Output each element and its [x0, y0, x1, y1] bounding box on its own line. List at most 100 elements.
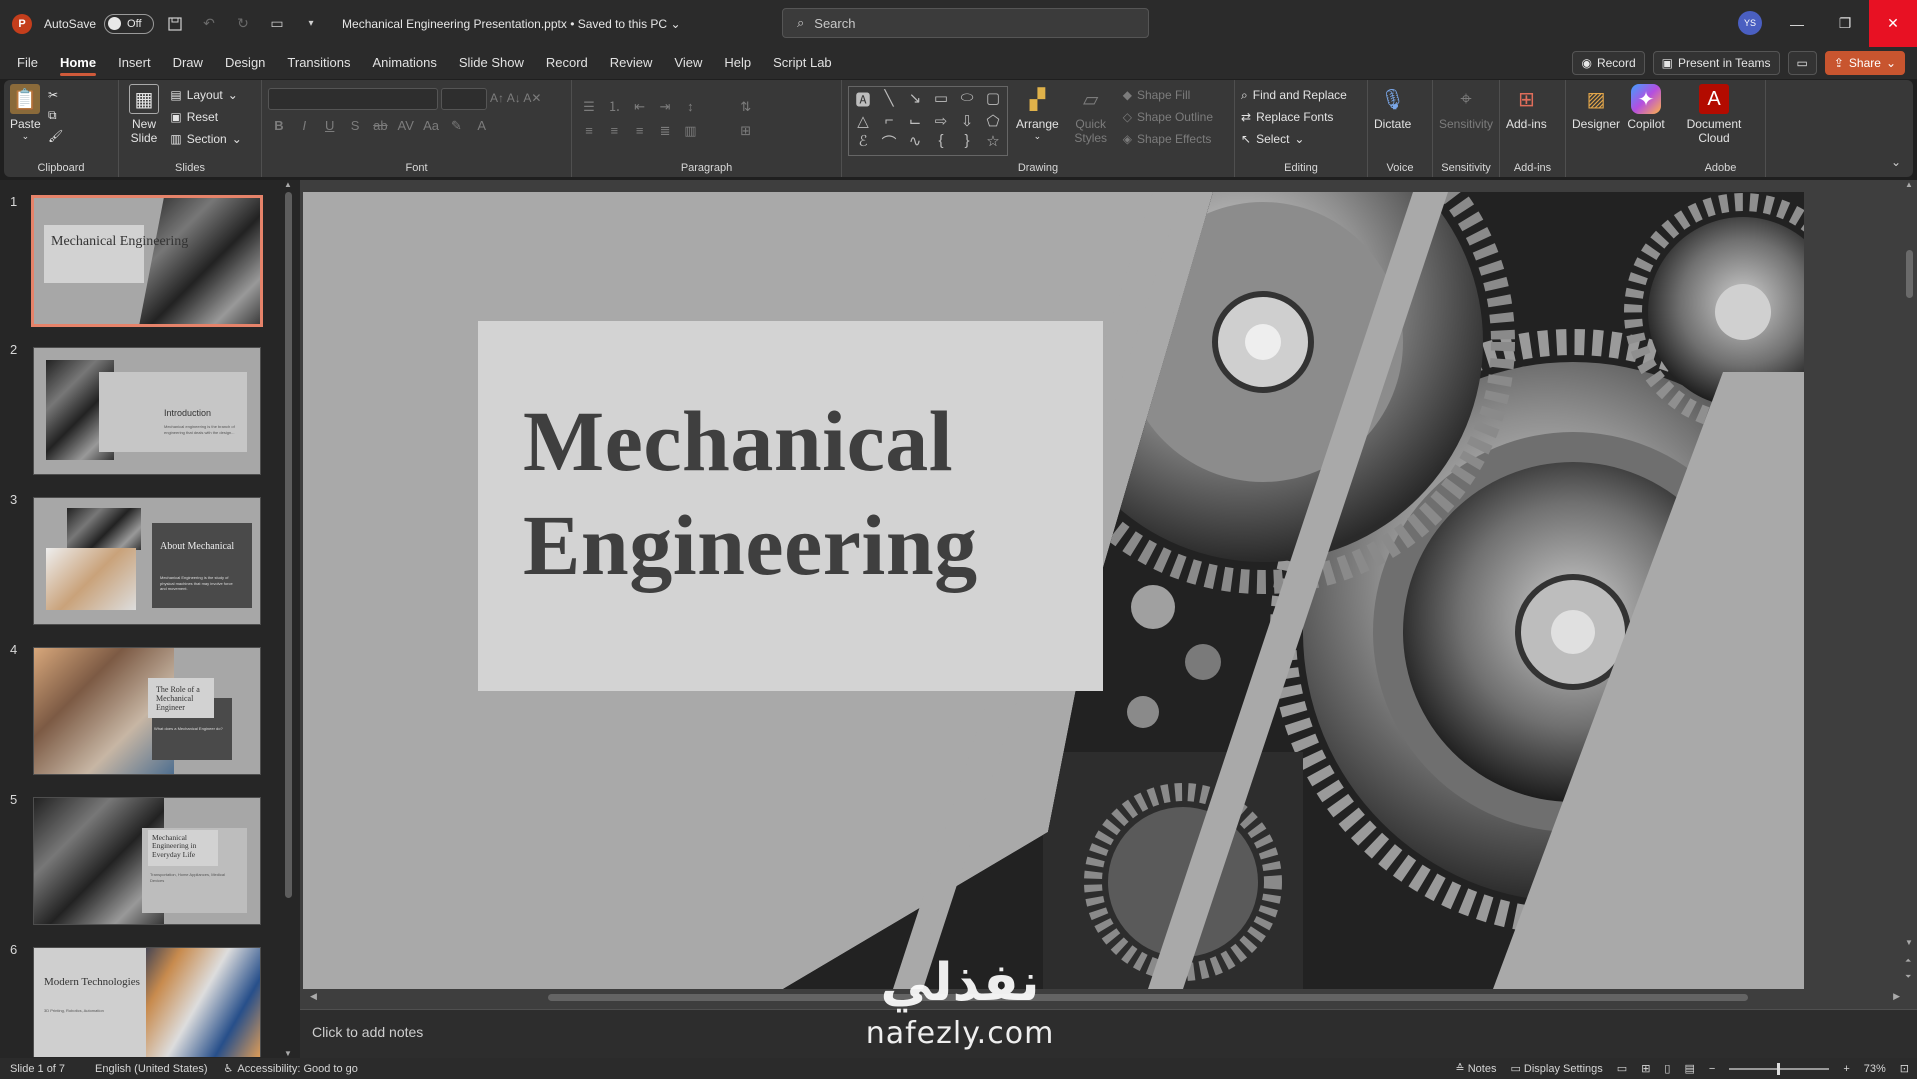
vertical-scrollbar[interactable]: ▲ ▼ ⏶ ⏷ [1902, 180, 1917, 990]
slide-show-icon[interactable]: ▤ [1684, 1062, 1694, 1075]
copilot-button[interactable]: ✦ Copilot [1627, 84, 1665, 131]
left-brace-icon[interactable]: { [929, 132, 953, 153]
language-indicator[interactable]: English (United States) [95, 1063, 208, 1075]
paste-button[interactable]: 📋 Paste ⌄ [10, 84, 41, 142]
rounded-rectangle-icon[interactable]: ▢ [981, 89, 1005, 110]
oval-icon[interactable]: ⬭ [955, 89, 979, 110]
comments-button[interactable]: ▭ [1787, 51, 1817, 75]
new-slide-button[interactable]: ▦ New Slide [125, 84, 163, 145]
slide-sorter-icon[interactable]: ⊞ [1641, 1062, 1650, 1075]
format-painter-icon[interactable]: 🖌 [48, 129, 63, 143]
redo-icon[interactable]: ↻ [230, 11, 256, 37]
scroll-right-icon[interactable]: ▶ [1893, 991, 1900, 1002]
font-size-field[interactable] [441, 88, 488, 110]
document-title[interactable]: Mechanical Engineering Presentation.pptx… [342, 17, 680, 31]
scroll-down-icon[interactable]: ▼ [284, 1049, 292, 1058]
tab-design[interactable]: Design [214, 47, 276, 79]
tab-review[interactable]: Review [599, 47, 664, 79]
line-icon[interactable]: ╲ [877, 89, 901, 110]
share-button[interactable]: ⇪ Share ⌄ [1824, 51, 1905, 75]
tab-file[interactable]: File [6, 47, 49, 79]
tab-slide-show[interactable]: Slide Show [448, 47, 535, 79]
character-spacing-icon[interactable]: AV [395, 118, 417, 133]
present-from-start-icon[interactable]: ▭ [264, 11, 290, 37]
align-left-icon[interactable]: ≡ [578, 123, 600, 138]
slide-title[interactable]: Mechanical Engineering [523, 389, 978, 597]
decrease-font-icon[interactable]: A↓ [507, 91, 521, 105]
reset-button[interactable]: ▣ Reset [170, 106, 241, 128]
zoom-in-icon[interactable]: + [1843, 1063, 1849, 1075]
search-box[interactable]: ⌕ Search [782, 8, 1149, 38]
fit-slide-icon[interactable]: ⊡ [1900, 1062, 1909, 1075]
arrange-button[interactable]: ▞ Arrange ⌄ [1016, 84, 1059, 156]
highlight-icon[interactable]: ✎ [445, 118, 467, 134]
italic-icon[interactable]: I [293, 118, 315, 133]
notes-pane[interactable]: Click to add notes [300, 1009, 1917, 1058]
shapes-gallery[interactable]: 🅰 ╲ ↘ ▭ ⬭ ▢ △ ⌐ ⌙ ⇨ ⇩ ⬠ ℰ ⌒ ∿{} ☆ [848, 86, 1008, 156]
document-cloud-button[interactable]: A Document Cloud [1682, 84, 1746, 145]
align-text-icon[interactable]: ⊞ [735, 123, 757, 139]
bold-icon[interactable]: B [268, 118, 290, 133]
copy-icon[interactable]: ⧉ [48, 108, 63, 123]
previous-slide-icon[interactable]: ⏶ [1905, 956, 1911, 966]
accessibility-status[interactable]: Accessibility: Good to go [237, 1063, 357, 1075]
undo-icon[interactable]: ↶ [196, 11, 222, 37]
scroll-down-icon[interactable]: ▼ [1905, 938, 1913, 947]
cut-icon[interactable]: ✂ [48, 88, 63, 102]
increase-font-icon[interactable]: A↑ [490, 91, 504, 105]
minimize-icon[interactable]: — [1773, 0, 1821, 47]
arrow-line-icon[interactable]: ↘ [903, 89, 927, 110]
restore-icon[interactable]: ❐ [1821, 0, 1869, 47]
curve-icon[interactable]: ∿ [903, 132, 927, 153]
layout-button[interactable]: ▤ Layout ⌄ [170, 84, 241, 106]
scroll-up-icon[interactable]: ▲ [1905, 180, 1913, 189]
sensitivity-button[interactable]: ⌖ Sensitivity [1439, 84, 1493, 132]
zoom-level[interactable]: 73% [1864, 1063, 1886, 1075]
slide-thumbnail-6[interactable]: Modern Technologies 3D Printing, Robotic… [33, 947, 261, 1057]
normal-view-icon[interactable]: ▭ [1617, 1062, 1627, 1075]
pentagon-icon[interactable]: ⬠ [981, 112, 1005, 130]
save-icon[interactable] [162, 11, 188, 37]
close-icon[interactable]: ✕ [1869, 0, 1917, 47]
section-button[interactable]: ▥ Section ⌄ [170, 128, 241, 150]
slide-thumbnail-3[interactable]: About Mechanical Mechanical Engineering … [33, 497, 261, 625]
customize-toolbar-icon[interactable]: ▾ [298, 11, 324, 37]
shadow-icon[interactable]: S [344, 118, 366, 133]
find-replace-button[interactable]: ⌕ Find and Replace [1241, 84, 1361, 106]
dictate-button[interactable]: 🎙 Dictate [1374, 84, 1411, 132]
scroll-left-icon[interactable]: ◀ [310, 991, 317, 1002]
strikethrough-icon[interactable]: ab [369, 118, 391, 133]
horizontal-scroll-thumb[interactable] [548, 994, 1748, 1001]
designer-button[interactable]: ▨ Designer [1572, 84, 1620, 132]
freeform-icon[interactable]: ℰ [851, 132, 875, 153]
next-slide-icon[interactable]: ⏷ [1905, 972, 1911, 982]
quick-styles-button[interactable]: ▱ Quick Styles [1071, 84, 1111, 156]
arc-icon[interactable]: ⌒ [877, 132, 901, 153]
scroll-up-icon[interactable]: ▲ [284, 180, 292, 189]
font-color-icon[interactable]: A [471, 118, 493, 133]
thumbnails-scrollbar[interactable]: ▲ ▼ [283, 180, 295, 1058]
select-button[interactable]: ↖ Select ⌄ [1241, 128, 1361, 150]
decrease-indent-icon[interactable]: ⇤ [629, 99, 651, 115]
zoom-out-icon[interactable]: − [1709, 1063, 1715, 1075]
down-arrow-icon[interactable]: ⇩ [955, 112, 979, 130]
vertical-scroll-thumb[interactable] [1906, 250, 1913, 298]
user-avatar[interactable]: YS [1738, 11, 1762, 35]
collapse-ribbon-icon[interactable]: ⌄ [1891, 155, 1901, 169]
tab-script-lab[interactable]: Script Lab [762, 47, 843, 79]
present-in-teams-button[interactable]: ▣ Present in Teams [1652, 51, 1780, 75]
elbow-connector-icon[interactable]: ⌙ [903, 112, 927, 130]
tab-draw[interactable]: Draw [162, 47, 214, 79]
slide-canvas[interactable]: Mechanical Engineering [303, 192, 1804, 989]
horizontal-scrollbar[interactable]: ◀ ▶ [310, 991, 1900, 1005]
tab-home[interactable]: Home [49, 47, 107, 79]
justify-icon[interactable]: ≣ [654, 123, 676, 139]
shape-outline-button[interactable]: ◇ Shape Outline [1123, 106, 1213, 128]
display-settings-button[interactable]: ▭ Display Settings [1510, 1062, 1602, 1075]
textbox-icon[interactable]: 🅰 [851, 89, 875, 110]
text-direction-icon[interactable]: ⇅ [735, 99, 757, 115]
line-spacing-icon[interactable]: ↕ [679, 99, 701, 114]
change-case-icon[interactable]: Aa [420, 118, 442, 133]
tab-record[interactable]: Record [535, 47, 599, 79]
shape-effects-button[interactable]: ◈ Shape Effects [1123, 128, 1213, 150]
